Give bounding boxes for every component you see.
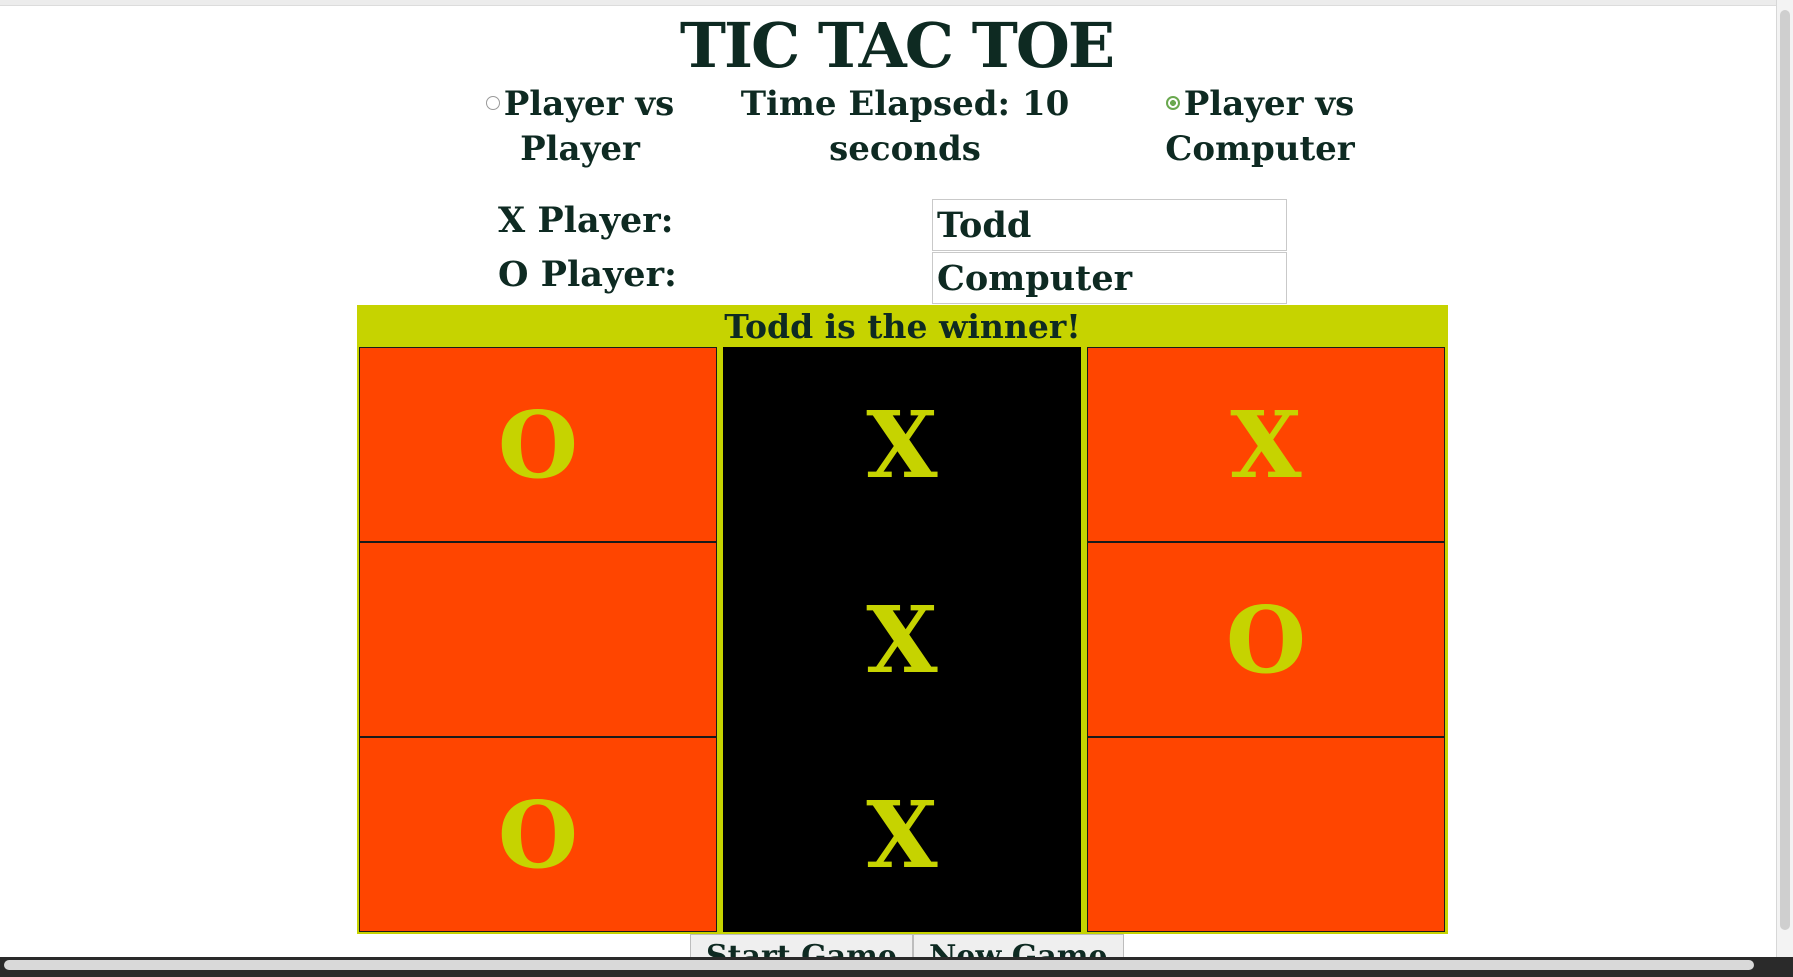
new-game-button[interactable]: New Game bbox=[912, 934, 1124, 958]
pvc-radio[interactable] bbox=[1165, 96, 1180, 110]
winner-banner: Todd is the winner! bbox=[357, 305, 1448, 346]
board-cell-4[interactable] bbox=[359, 542, 717, 737]
mode-option-pvc[interactable]: Player vs Computer bbox=[1160, 82, 1360, 172]
board-cell-1[interactable]: O bbox=[359, 347, 717, 542]
vertical-scrollbar[interactable] bbox=[1776, 0, 1793, 977]
board-cell-8[interactable]: X bbox=[723, 737, 1081, 932]
app-window: TIC TAC TOE Player vs Player Time Elapse… bbox=[0, 0, 1793, 977]
game-controls: Start Game New Game bbox=[690, 934, 1124, 958]
board-cell-2[interactable]: X bbox=[723, 347, 1081, 542]
horizontal-scrollbar[interactable] bbox=[0, 957, 1793, 977]
page-title: TIC TAC TOE bbox=[679, 9, 1115, 82]
board-cell-5[interactable]: X bbox=[723, 542, 1081, 737]
x-player-label: X Player: bbox=[498, 200, 674, 241]
board-cell-9[interactable] bbox=[1087, 737, 1445, 932]
pvp-radio[interactable] bbox=[485, 96, 500, 110]
start-game-button[interactable]: Start Game bbox=[690, 934, 913, 958]
o-player-label: O Player: bbox=[498, 254, 677, 295]
board-cell-3[interactable]: X bbox=[1087, 347, 1445, 542]
o-player-input[interactable] bbox=[932, 252, 1287, 304]
board-cell-7[interactable]: O bbox=[359, 737, 717, 932]
vertical-scrollbar-thumb[interactable] bbox=[1780, 10, 1790, 930]
game-board: O X X X O O X bbox=[357, 346, 1448, 934]
pvc-label: Player vs Computer bbox=[1165, 84, 1355, 169]
horizontal-scrollbar-track[interactable] bbox=[4, 960, 1754, 970]
time-elapsed: Time Elapsed: 10 seconds bbox=[740, 84, 1070, 169]
mode-option-pvp[interactable]: Player vs Player bbox=[480, 82, 680, 172]
pvp-label: Player vs Player bbox=[503, 84, 675, 169]
board-cell-6[interactable]: O bbox=[1087, 542, 1445, 737]
x-player-input[interactable] bbox=[932, 199, 1287, 251]
